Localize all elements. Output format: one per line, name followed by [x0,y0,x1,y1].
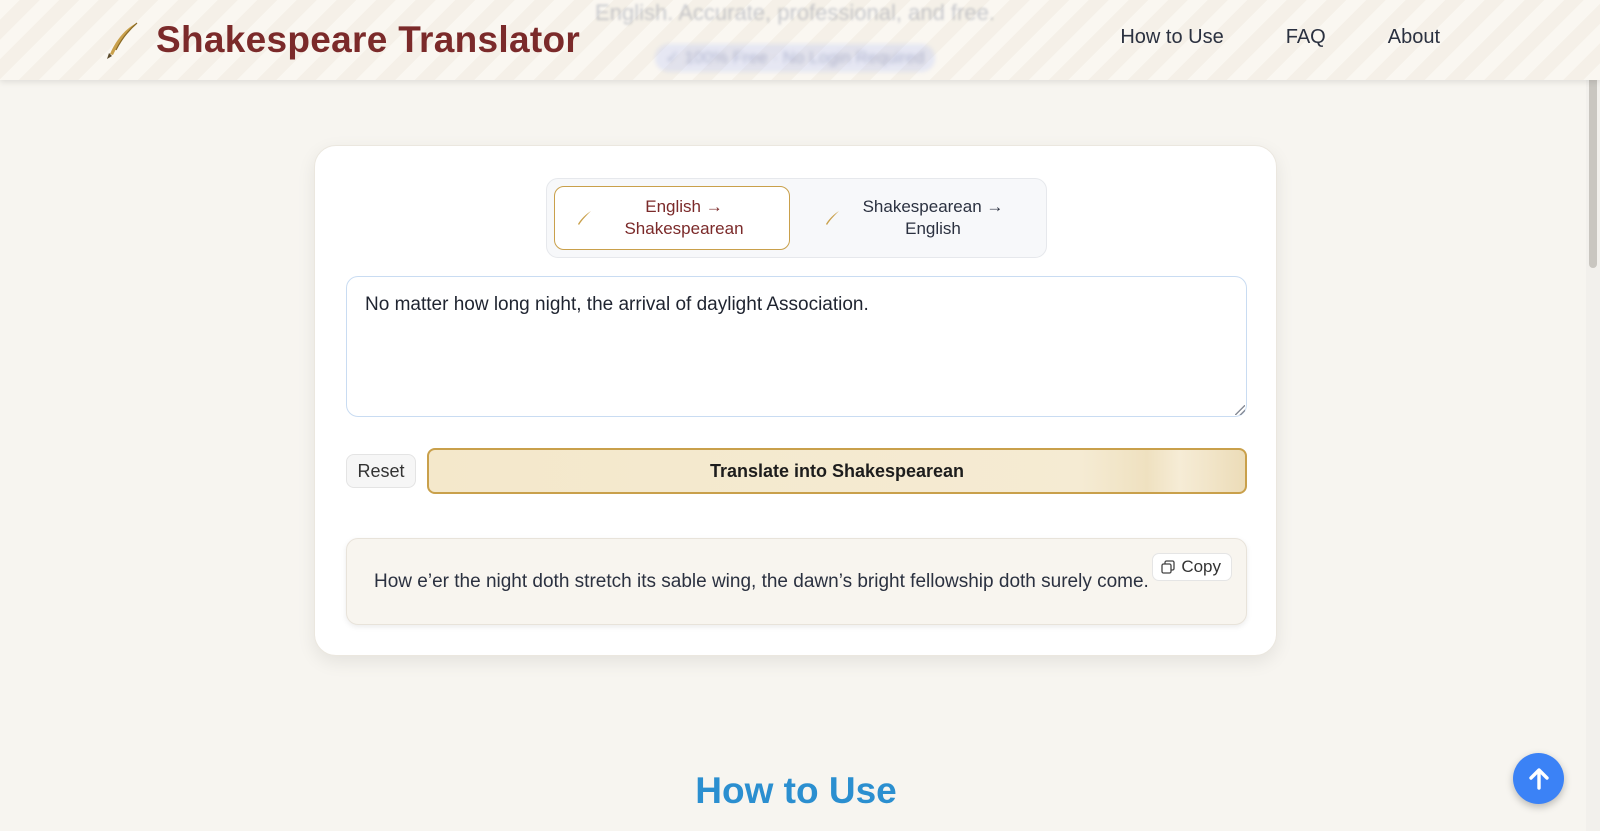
scrollbar-thumb[interactable] [1589,68,1597,268]
arrow-up-icon [1528,767,1549,790]
nav-about[interactable]: About [1388,26,1440,49]
mode-english-to-shakespearean[interactable]: English → Shakespearean [554,186,790,250]
quill-icon [826,211,839,225]
hero-badge-behind-header: ✓ 100% Free · No Login Required [655,44,935,72]
mode-label: Shakespearean → English [862,197,1004,238]
hero-subtitle-behind-header: English. Accurate, professional, and fre… [595,0,995,25]
brand[interactable]: Shakespeare Translator [104,18,580,62]
copy-label: Copy [1181,557,1221,576]
source-text-input[interactable]: No matter how long night, the arrival of… [346,276,1247,417]
site-title: Shakespeare Translator [156,19,581,60]
mode-shakespearean-to-english[interactable]: Shakespearean → English [803,186,1039,250]
main-nav: How to Use FAQ About [1120,26,1440,49]
translate-button[interactable]: Translate into Shakespearean [427,448,1247,494]
nav-how-to-use[interactable]: How to Use [1120,26,1223,49]
quill-icon [107,22,138,59]
translation-result-text: How e’er the night doth stretch its sabl… [374,571,1149,592]
quill-icon [578,211,591,225]
copy-icon [1161,560,1175,574]
nav-faq[interactable]: FAQ [1286,26,1326,49]
translation-output: How e’er the night doth stretch its sabl… [346,538,1247,625]
page-scrollbar[interactable] [1586,0,1600,831]
textarea-resize-handle[interactable] [1235,405,1245,415]
reset-button[interactable]: Reset [346,454,416,488]
mode-label: English → Shakespearean [624,197,744,238]
mode-switch: English → Shakespearean Shakespearean → … [546,178,1047,258]
site-header: English. Accurate, professional, and fre… [0,0,1600,80]
translator-card: English → Shakespearean Shakespearean → … [314,145,1277,656]
back-to-top-button[interactable] [1513,753,1564,804]
how-to-use-heading: How to Use [695,770,897,811]
copy-button[interactable]: Copy [1152,553,1232,581]
